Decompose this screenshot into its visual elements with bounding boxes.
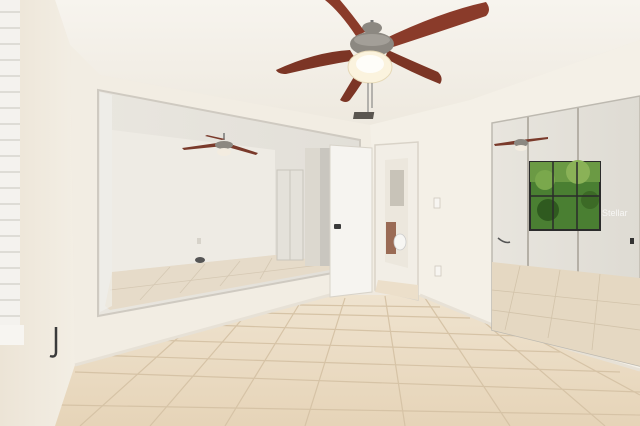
light-switch — [433, 197, 441, 209]
bedroom-door — [329, 144, 373, 298]
room-photo: Stellar — [0, 0, 640, 426]
closet-handle — [630, 238, 634, 244]
reflected-window — [529, 160, 601, 231]
doorway — [374, 141, 419, 301]
mirrored-closet-doors — [491, 95, 640, 367]
ceiling-vent — [353, 112, 375, 119]
door-handle — [334, 224, 341, 229]
wall-outlet — [434, 265, 442, 277]
watermark: Stellar — [602, 208, 628, 218]
